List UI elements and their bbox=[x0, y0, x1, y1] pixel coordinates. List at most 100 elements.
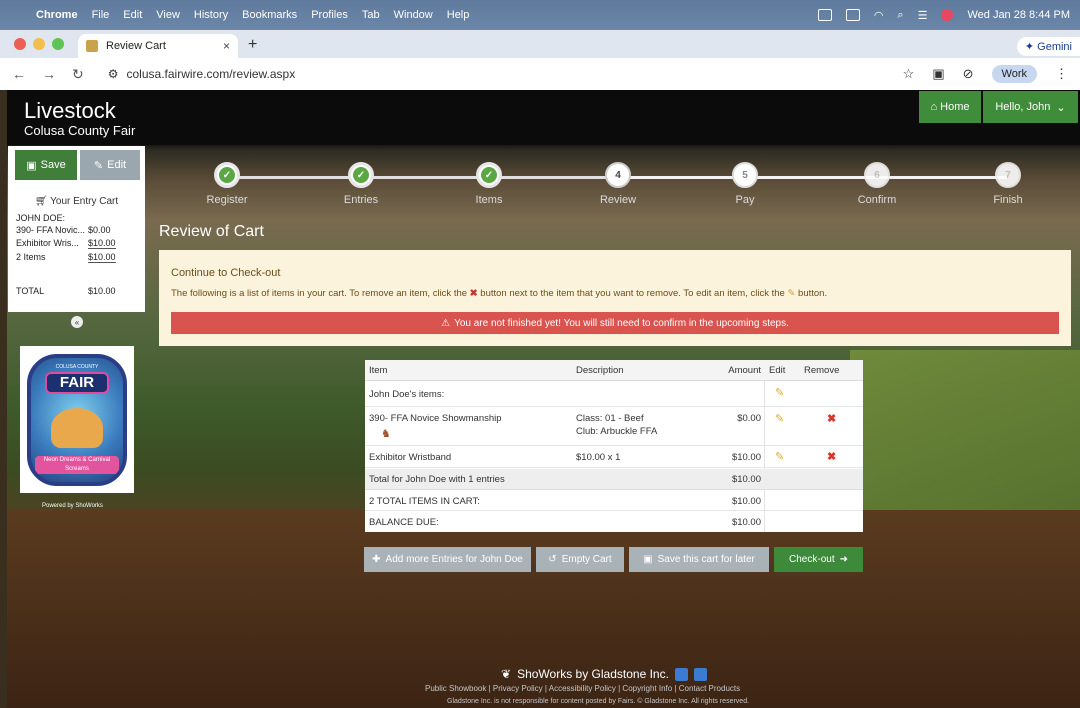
new-tab-button[interactable]: + bbox=[248, 36, 257, 54]
control-center-icon[interactable]: ☰ bbox=[918, 9, 928, 22]
header-remove: Remove bbox=[804, 365, 840, 376]
checkmark-icon: ✓ bbox=[353, 167, 369, 183]
favicon-icon bbox=[86, 40, 98, 52]
site-title[interactable]: Livestock bbox=[24, 98, 116, 124]
macos-menu-bar: Chrome File Edit View History Bookmarks … bbox=[0, 0, 1080, 30]
close-tab-icon[interactable]: × bbox=[223, 39, 230, 53]
checkout-button[interactable]: Check-out ➜ bbox=[774, 547, 863, 572]
header-amount: Amount bbox=[728, 365, 761, 376]
bookmark-star-icon[interactable]: ☆ bbox=[903, 66, 915, 82]
maximize-window-icon[interactable] bbox=[52, 38, 64, 50]
screen-mirror-icon[interactable] bbox=[817, 9, 832, 21]
cart-title-label: Your Entry Cart bbox=[50, 196, 119, 207]
menu-profiles[interactable]: Profiles bbox=[311, 9, 348, 21]
row-desc: Club: Arbuckle FFA bbox=[576, 426, 658, 437]
table-row: 390- FFA Novice Showmanship ♞ Class: 01 … bbox=[365, 408, 863, 446]
notice-text: The following is a list of items in your… bbox=[171, 288, 827, 299]
balance-amount: $10.00 bbox=[731, 517, 761, 528]
facebook-icon[interactable] bbox=[693, 667, 707, 681]
warning-text: You are not finished yet! You will still… bbox=[454, 317, 789, 329]
menu-window[interactable]: Window bbox=[394, 9, 433, 21]
cattle-icon: ♞ bbox=[381, 428, 391, 440]
add-more-label: Add more Entries for John Doe bbox=[385, 554, 523, 565]
row-desc: Class: 01 - Beef bbox=[576, 413, 644, 424]
reading-mode-icon[interactable]: ▣ bbox=[932, 66, 944, 82]
logo-ride-graphic bbox=[51, 407, 103, 448]
tab-title: Review Cart bbox=[106, 40, 166, 52]
more-menu-icon[interactable]: ⋮ bbox=[1055, 66, 1068, 82]
forward-arrow-icon[interactable]: → bbox=[42, 66, 56, 82]
table-row: John Doe's items: ✎ bbox=[365, 382, 863, 407]
menu-app-chrome[interactable]: Chrome bbox=[36, 9, 78, 21]
remove-x-icon[interactable]: ✖ bbox=[827, 412, 836, 425]
subtotal-amount: $10.00 bbox=[731, 474, 761, 485]
step-label: Finish bbox=[993, 194, 1023, 206]
row-amount: $10.00 bbox=[731, 452, 761, 463]
back-arrow-icon[interactable]: ← bbox=[12, 66, 26, 82]
step-confirm: 6 bbox=[864, 162, 890, 188]
battery-icon[interactable] bbox=[845, 9, 860, 21]
siri-icon[interactable] bbox=[941, 9, 954, 21]
row-item: 390- FFA Novice Showmanship bbox=[369, 413, 502, 424]
floppy-disk-icon: ▣ bbox=[643, 554, 653, 565]
site-subtitle: Colusa County Fair bbox=[24, 123, 136, 138]
edit-button[interactable]: ✎ Edit bbox=[80, 150, 140, 180]
edit-pencil-icon[interactable]: ✎ bbox=[775, 412, 784, 425]
close-window-icon[interactable] bbox=[14, 38, 26, 50]
logo-bottom-text: Neon Dreams & Carnival Screams bbox=[35, 455, 119, 474]
cart-total-amount: $10.00 bbox=[88, 286, 116, 296]
menu-edit[interactable]: Edit bbox=[123, 9, 142, 21]
edit-pencil-icon[interactable]: ✎ bbox=[775, 450, 784, 463]
step-items: ✓ bbox=[476, 162, 502, 188]
edit-owner-pencil-icon[interactable]: ✎ bbox=[775, 386, 784, 399]
showworks-logo-icon: ❦ bbox=[501, 667, 512, 681]
menu-bookmarks[interactable]: Bookmarks bbox=[242, 9, 297, 21]
fair-badge-image: COLUSA COUNTY FAIR Neon Dreams & Carniva… bbox=[27, 353, 127, 486]
minimize-window-icon[interactable] bbox=[33, 38, 45, 50]
browser-tab[interactable]: Review Cart × bbox=[78, 34, 238, 58]
extensions-icon[interactable]: ⊘ bbox=[963, 66, 974, 82]
owner-label: John Doe's items: bbox=[369, 389, 445, 400]
menu-help[interactable]: Help bbox=[447, 9, 470, 21]
empty-cart-label: Empty Cart bbox=[561, 554, 612, 565]
home-button[interactable]: ⌂ Home bbox=[919, 91, 981, 123]
total-items-amount: $10.00 bbox=[731, 496, 761, 507]
home-label: Home bbox=[940, 101, 970, 113]
step-pay: 5 bbox=[732, 162, 758, 188]
address-bar[interactable]: ⚙ colusa.fairwire.com/review.aspx bbox=[100, 62, 903, 86]
step-label: Entries bbox=[343, 194, 379, 206]
menu-clock[interactable]: Wed Jan 28 8:44 PM bbox=[967, 9, 1070, 21]
window-controls bbox=[14, 38, 64, 50]
user-label: Hello, John bbox=[995, 101, 1051, 113]
subtotal-row: Total for John Doe with 1 entries $10.00 bbox=[365, 469, 863, 490]
menu-history[interactable]: History bbox=[194, 9, 228, 21]
add-more-entries-button[interactable]: ✚ Add more Entries for John Doe bbox=[364, 547, 531, 572]
twitter-icon[interactable] bbox=[674, 667, 688, 681]
empty-cart-button[interactable]: ↺ Empty Cart bbox=[536, 547, 624, 572]
cart-title: 🛒︎ Your Entry Cart bbox=[8, 196, 145, 207]
logo-main-text: FAIR bbox=[45, 371, 109, 394]
user-menu-button[interactable]: Hello, John ⌄ bbox=[983, 91, 1078, 123]
notice-title: Continue to Check-out bbox=[171, 267, 281, 279]
menu-tab[interactable]: Tab bbox=[362, 9, 380, 21]
collapse-cart-icon[interactable]: « bbox=[71, 316, 83, 328]
cart-line-label: Exhibitor Wris... bbox=[16, 238, 79, 248]
menu-file[interactable]: File bbox=[92, 9, 110, 21]
save-cart-later-button[interactable]: ▣ Save this cart for later bbox=[629, 547, 769, 572]
checkmark-icon: ✓ bbox=[219, 167, 235, 183]
remove-x-icon: ✖ bbox=[469, 288, 478, 299]
profile-button[interactable]: Work bbox=[991, 65, 1037, 83]
plus-icon: ✚ bbox=[372, 554, 381, 565]
search-icon[interactable]: ⌕ bbox=[897, 9, 903, 22]
reload-icon[interactable]: ↻ bbox=[72, 66, 84, 83]
menu-view[interactable]: View bbox=[156, 9, 180, 21]
footer-links[interactable]: Public Showbook | Privacy Policy | Acces… bbox=[425, 684, 740, 693]
site-settings-icon[interactable]: ⚙ bbox=[108, 67, 119, 81]
cart-line-amount: $10.00 bbox=[88, 252, 116, 263]
remove-x-icon[interactable]: ✖ bbox=[827, 450, 836, 463]
browser-tab-strip: Review Cart × + ✦ Gemini bbox=[0, 30, 1080, 58]
gemini-button[interactable]: ✦ Gemini bbox=[1016, 37, 1080, 56]
wifi-icon[interactable]: ◠ bbox=[874, 9, 884, 22]
save-button[interactable]: ▣ Save bbox=[15, 150, 77, 180]
cart-exhibitor: JOHN DOE: bbox=[16, 213, 66, 223]
